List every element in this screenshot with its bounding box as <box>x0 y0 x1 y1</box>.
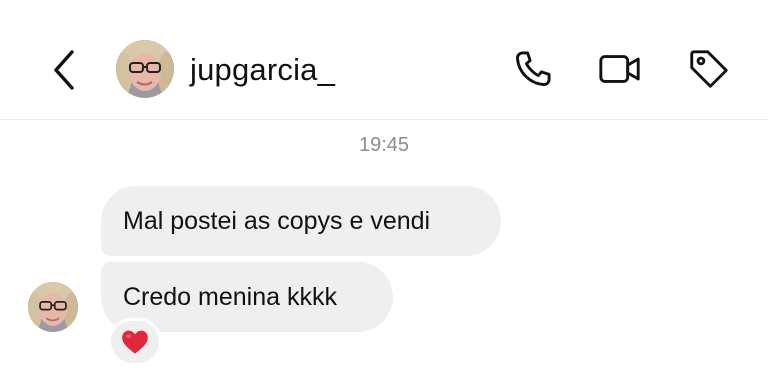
message-text: Credo menina kkkk <box>123 283 337 311</box>
avatar[interactable] <box>116 40 174 98</box>
video-camera-icon <box>599 55 640 83</box>
tag-button[interactable] <box>686 46 732 92</box>
message-timestamp: 19:45 <box>358 134 410 156</box>
message-reaction[interactable] <box>108 318 162 366</box>
heart-icon <box>122 330 148 354</box>
tag-icon <box>690 50 728 88</box>
message-text: Mal postei as copys e vendi <box>123 207 431 235</box>
phone-icon <box>516 51 551 86</box>
video-call-button[interactable] <box>597 46 643 92</box>
chat-header: jupgarcia_ <box>0 0 768 120</box>
message-bubble[interactable]: Mal postei as copys e vendi <box>101 186 501 256</box>
call-button[interactable] <box>510 46 556 92</box>
sender-avatar[interactable] <box>28 282 78 332</box>
chat-username[interactable]: jupgarcia_ <box>190 52 335 88</box>
chevron-left-icon <box>54 50 74 90</box>
back-button[interactable] <box>44 48 84 92</box>
